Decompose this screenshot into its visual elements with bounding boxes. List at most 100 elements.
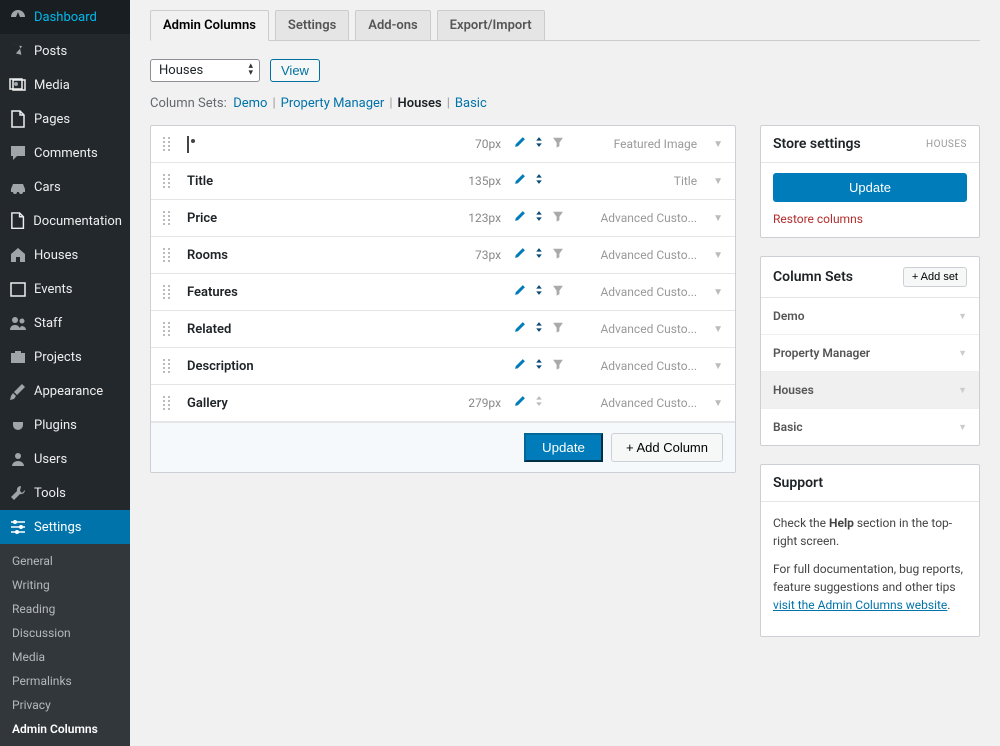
column-set-link-basic[interactable]: Basic <box>455 96 487 111</box>
chevron-down-icon[interactable]: ▼ <box>713 324 723 335</box>
sidebar-sub-discussion[interactable]: Discussion <box>0 621 130 645</box>
column-set-link-property-manager[interactable]: Property Manager <box>281 96 385 111</box>
filter-icon[interactable] <box>551 283 565 301</box>
chevron-down-icon[interactable]: ▼ <box>713 176 723 187</box>
sidebar-item-staff[interactable]: Staff <box>0 306 130 340</box>
update-button[interactable]: Update <box>524 433 603 462</box>
view-button[interactable]: View <box>270 59 320 82</box>
sidebar-sub-media[interactable]: Media <box>0 645 130 669</box>
set-label: Property Manager <box>773 346 870 360</box>
edit-icon[interactable] <box>513 320 527 338</box>
column-row[interactable]: Title135pxTitle▼ <box>151 163 735 200</box>
sidebar-sub-admin-columns[interactable]: Admin Columns <box>0 717 130 741</box>
sort-icon[interactable] <box>532 283 546 301</box>
sidebar-item-comments[interactable]: Comments <box>0 136 130 170</box>
sidebar-item-dashboard[interactable]: Dashboard <box>0 0 130 34</box>
sidebar-item-projects[interactable]: Projects <box>0 340 130 374</box>
store-update-button[interactable]: Update <box>773 173 967 202</box>
filter-icon[interactable] <box>551 357 565 375</box>
sidebar-item-pages[interactable]: Pages <box>0 102 130 136</box>
edit-icon[interactable] <box>513 357 527 375</box>
sort-icon[interactable] <box>532 135 546 153</box>
sort-icon[interactable] <box>532 357 546 375</box>
column-row[interactable]: 70pxFeatured Image▼ <box>151 126 735 163</box>
tab-export-import[interactable]: Export/Import <box>437 10 545 40</box>
column-set-link-demo[interactable]: Demo <box>233 96 267 111</box>
sidebar-item-appearance[interactable]: Appearance <box>0 374 130 408</box>
filter-icon[interactable] <box>551 135 565 153</box>
edit-icon[interactable] <box>513 246 527 264</box>
support-panel: Support Check the Help section in the to… <box>760 464 980 637</box>
sort-icon[interactable] <box>532 246 546 264</box>
sort-icon[interactable] <box>532 320 546 338</box>
column-set-item-demo[interactable]: Demo▼ <box>761 298 979 335</box>
chevron-down-icon[interactable]: ▼ <box>713 398 723 409</box>
drag-handle-icon[interactable] <box>163 285 177 299</box>
column-set-item-basic[interactable]: Basic▼ <box>761 409 979 445</box>
sidebar-sub-reading[interactable]: Reading <box>0 597 130 621</box>
column-set-item-property-manager[interactable]: Property Manager ▼ <box>761 335 979 372</box>
chevron-down-icon: ▼ <box>958 348 967 359</box>
sidebar-item-media[interactable]: Media <box>0 68 130 102</box>
tab-add-ons[interactable]: Add-ons <box>355 10 430 40</box>
wrench-icon <box>8 483 28 503</box>
drag-handle-icon[interactable] <box>163 174 177 188</box>
calendar-icon <box>8 279 28 299</box>
sort-icon[interactable] <box>532 172 546 190</box>
drag-handle-icon[interactable] <box>163 248 177 262</box>
column-row[interactable]: Rooms73pxAdvanced Custo...▼ <box>151 237 735 274</box>
add-set-button[interactable]: + Add set <box>903 267 967 287</box>
tab-settings[interactable]: Settings <box>275 10 349 40</box>
sidebar-sub-permalinks[interactable]: Permalinks <box>0 669 130 693</box>
post-type-select[interactable]: Houses ▴▾ <box>150 59 260 82</box>
column-set-item-houses[interactable]: Houses▼ <box>761 372 979 409</box>
sidebar-item-events[interactable]: Events <box>0 272 130 306</box>
sort-icon[interactable] <box>532 394 546 412</box>
set-label: Houses <box>773 383 814 397</box>
sidebar-item-tools[interactable]: Tools <box>0 476 130 510</box>
support-title: Support <box>773 475 823 491</box>
edit-icon[interactable] <box>513 394 527 412</box>
sidebar-item-documentation[interactable]: Documentation <box>0 204 130 238</box>
chevron-down-icon[interactable]: ▼ <box>713 361 723 372</box>
chevron-down-icon[interactable]: ▼ <box>713 250 723 261</box>
column-row[interactable]: Price123pxAdvanced Custo...▼ <box>151 200 735 237</box>
filter-icon[interactable] <box>551 246 565 264</box>
sidebar-item-plugins[interactable]: Plugins <box>0 408 130 442</box>
support-link[interactable]: visit the Admin Columns website <box>773 598 947 612</box>
restore-columns-link[interactable]: Restore columns <box>773 212 863 226</box>
column-row[interactable]: DescriptionAdvanced Custo...▼ <box>151 348 735 385</box>
edit-icon[interactable] <box>513 209 527 227</box>
sidebar-sub-general[interactable]: General <box>0 549 130 573</box>
tab-admin-columns[interactable]: Admin Columns <box>150 10 269 41</box>
sidebar-item-settings[interactable]: Settings <box>0 510 130 544</box>
chevron-down-icon[interactable]: ▼ <box>713 139 723 150</box>
filter-icon[interactable] <box>551 209 565 227</box>
column-label <box>187 137 347 152</box>
sidebar-item-users[interactable]: Users <box>0 442 130 476</box>
drag-handle-icon[interactable] <box>163 211 177 225</box>
drag-handle-icon[interactable] <box>163 359 177 373</box>
add-column-button[interactable]: + Add Column <box>611 433 723 462</box>
column-width: 135px <box>459 174 501 188</box>
column-width: 279px <box>459 396 501 410</box>
sidebar-sub-privacy[interactable]: Privacy <box>0 693 130 717</box>
drag-handle-icon[interactable] <box>163 137 177 151</box>
sort-icon[interactable] <box>532 209 546 227</box>
filter-icon[interactable] <box>551 320 565 338</box>
edit-icon[interactable] <box>513 172 527 190</box>
drag-handle-icon[interactable] <box>163 396 177 410</box>
sidebar-sub-writing[interactable]: Writing <box>0 573 130 597</box>
chevron-down-icon[interactable]: ▼ <box>713 213 723 224</box>
drag-handle-icon[interactable] <box>163 322 177 336</box>
column-row[interactable]: RelatedAdvanced Custo...▼ <box>151 311 735 348</box>
sidebar-item-posts[interactable]: Posts <box>0 34 130 68</box>
column-row[interactable]: Gallery279pxAdvanced Custo...▼ <box>151 385 735 422</box>
column-row[interactable]: FeaturesAdvanced Custo...▼ <box>151 274 735 311</box>
sidebar-item-cars[interactable]: Cars <box>0 170 130 204</box>
chevron-down-icon[interactable]: ▼ <box>713 287 723 298</box>
edit-icon[interactable] <box>513 283 527 301</box>
edit-icon[interactable] <box>513 135 527 153</box>
sidebar-item-houses[interactable]: Houses <box>0 238 130 272</box>
set-label: Basic <box>773 420 803 434</box>
